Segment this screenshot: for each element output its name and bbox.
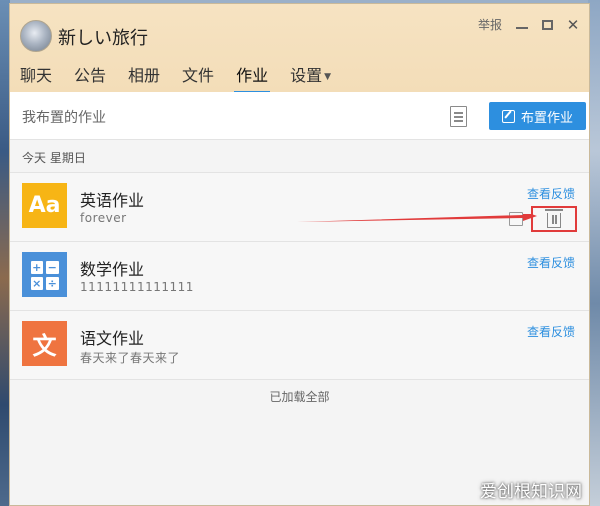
delete-highlight-box xyxy=(531,206,577,232)
my-homework-label: 我布置的作业 xyxy=(22,110,106,126)
homework-subtitle: 春天来了春天来了 xyxy=(80,351,181,365)
tab-homework[interactable]: 作业 xyxy=(234,62,271,94)
tab-settings[interactable]: 设置 ▼ xyxy=(290,62,331,92)
trash-icon[interactable] xyxy=(545,209,563,228)
homework-subtitle: forever xyxy=(80,211,127,225)
homework-title: 数学作业 xyxy=(80,260,145,279)
assign-homework-button[interactable]: 布置作业 xyxy=(489,102,586,130)
math-icon: + − × ÷ xyxy=(22,252,67,297)
red-arrow-annotation xyxy=(297,214,537,222)
all-loaded-note: 已加载全部 xyxy=(269,390,330,404)
tab-chat[interactable]: 聊天 xyxy=(20,62,52,92)
tab-announcement[interactable]: 公告 xyxy=(74,62,106,92)
report-button[interactable]: 举报 xyxy=(478,16,502,33)
minus-symbol: − xyxy=(46,260,59,274)
math-symbols-grid: + − × ÷ xyxy=(30,260,59,290)
watermark: 爱创根知识网 xyxy=(480,482,582,502)
homework-list: Aa 英语作业 forever 查看反馈 + − × ÷ 数学作业 111111… xyxy=(10,172,589,380)
tab-album[interactable]: 相册 xyxy=(128,62,160,92)
maximize-icon[interactable] xyxy=(542,19,553,30)
chinese-icon: 文 xyxy=(22,321,67,366)
group-window: 新しい旅行 举报 ✕ 聊天 公告 相册 文件 作业 设置 ▼ 我布置的作业 布置作… xyxy=(9,3,590,506)
homework-title: 语文作业 xyxy=(80,329,145,348)
group-avatar[interactable] xyxy=(20,20,52,52)
homework-title: 英语作业 xyxy=(80,191,145,210)
homework-subtitle: 11111111111111 xyxy=(80,280,194,294)
times-symbol: × xyxy=(30,276,43,290)
group-title: 新しい旅行 xyxy=(58,28,148,49)
divide-symbol: ÷ xyxy=(46,276,59,290)
english-icon: Aa xyxy=(22,183,67,228)
edit-icon xyxy=(501,109,515,123)
assign-homework-label: 布置作业 xyxy=(520,110,573,126)
homework-item-chinese[interactable]: 文 语文作业 春天来了春天来了 查看反馈 xyxy=(10,311,589,380)
tab-settings-label: 设置 xyxy=(290,66,323,85)
plus-symbol: + xyxy=(30,260,43,274)
tab-bar: 聊天 公告 相册 文件 作业 设置 ▼ xyxy=(20,62,353,94)
tab-files[interactable]: 文件 xyxy=(182,62,214,92)
close-icon[interactable]: ✕ xyxy=(567,17,580,32)
view-feedback-link[interactable]: 查看反馈 xyxy=(527,254,575,271)
minimize-icon[interactable] xyxy=(516,21,528,29)
homework-item-math[interactable]: + − × ÷ 数学作业 11111111111111 查看反馈 xyxy=(10,242,589,311)
document-icon[interactable] xyxy=(450,106,467,127)
homework-toolbar: 我布置的作业 布置作业 xyxy=(10,92,589,140)
window-controls: 举报 ✕ xyxy=(478,16,579,33)
view-feedback-link[interactable]: 查看反馈 xyxy=(527,185,575,202)
caret-down-icon: ▼ xyxy=(324,72,332,82)
date-header: 今天 星期日 xyxy=(22,151,86,165)
title-bar[interactable]: 新しい旅行 举报 ✕ 聊天 公告 相册 文件 作业 设置 ▼ xyxy=(10,4,589,94)
view-feedback-link[interactable]: 查看反馈 xyxy=(527,323,575,340)
homework-item-english[interactable]: Aa 英语作业 forever 查看反馈 xyxy=(10,173,589,242)
